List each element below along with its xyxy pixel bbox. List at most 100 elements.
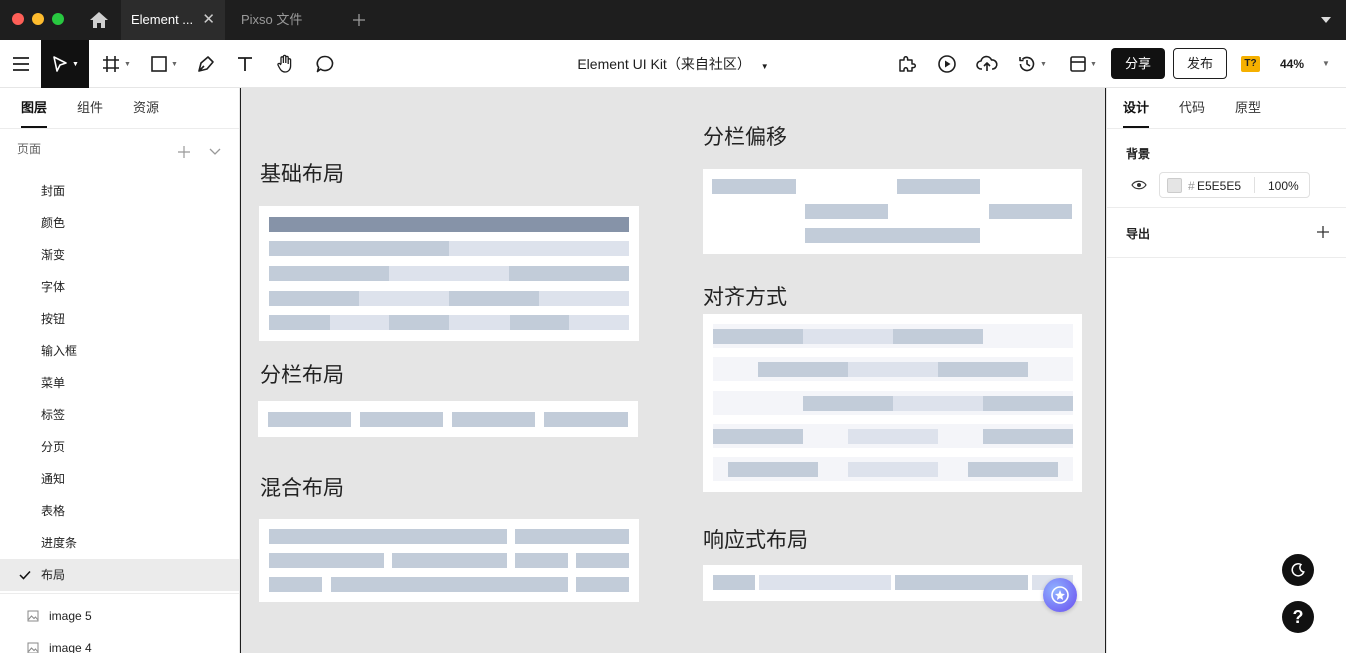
layout-bar bbox=[989, 204, 1072, 219]
layout-bar bbox=[269, 217, 629, 232]
layout-bar bbox=[269, 291, 359, 306]
tab-assets[interactable]: 资源 bbox=[133, 88, 159, 128]
tab-label: Element ... bbox=[131, 12, 194, 27]
comment-tool-button[interactable] bbox=[311, 40, 339, 88]
page-item-cover[interactable]: 封面 bbox=[0, 175, 239, 207]
upload-button[interactable] bbox=[974, 40, 1000, 88]
color-swatch[interactable] bbox=[1167, 178, 1182, 193]
layer-image-5[interactable]: image 5 bbox=[0, 600, 239, 632]
publish-button[interactable]: 发布 bbox=[1173, 48, 1227, 79]
menu-button[interactable] bbox=[0, 40, 41, 88]
design-canvas[interactable]: 基础布局 分栏布局 混合布局 分栏偏移 对齐方式 响应式布局 bbox=[241, 88, 1105, 653]
add-export-plus-icon[interactable] bbox=[1316, 225, 1330, 239]
layout-bar bbox=[712, 179, 796, 194]
layout-bar bbox=[805, 204, 888, 219]
background-hex-value[interactable]: E5E5E5 bbox=[1197, 179, 1241, 193]
frame-title-column-offset[interactable]: 分栏偏移 bbox=[703, 121, 787, 151]
frame-basic-layout[interactable] bbox=[259, 206, 639, 341]
chevron-down-icon[interactable]: ▼ bbox=[1322, 59, 1330, 68]
layout-bar bbox=[269, 529, 507, 544]
frame-title-column-layout[interactable]: 分栏布局 bbox=[260, 359, 344, 389]
divider bbox=[1107, 207, 1346, 208]
theme-toggle-button[interactable] bbox=[1282, 554, 1314, 586]
frame-column-layout[interactable] bbox=[258, 401, 638, 437]
minimize-window-button[interactable] bbox=[32, 13, 44, 25]
tab-code[interactable]: 代码 bbox=[1179, 88, 1205, 128]
frame-title-mixed-layout[interactable]: 混合布局 bbox=[260, 472, 344, 502]
zoom-level[interactable]: 44% bbox=[1280, 40, 1304, 88]
question-mark-icon: ? bbox=[1292, 607, 1304, 627]
tab-prototype[interactable]: 原型 bbox=[1235, 88, 1261, 128]
frame-title-alignment[interactable]: 对齐方式 bbox=[703, 281, 787, 311]
new-tab-plus-icon[interactable] bbox=[352, 13, 366, 27]
layout-bar bbox=[360, 412, 443, 427]
background-color-field[interactable]: # E5E5E5 100% bbox=[1159, 172, 1310, 198]
frame-alignment[interactable] bbox=[703, 314, 1082, 492]
tab-components[interactable]: 组件 bbox=[77, 88, 103, 128]
frame-title-responsive-layout[interactable]: 响应式布局 bbox=[703, 524, 808, 554]
page-item-buttons[interactable]: 按钮 bbox=[0, 303, 239, 335]
help-button[interactable]: ? bbox=[1282, 601, 1314, 633]
maximize-window-button[interactable] bbox=[52, 13, 64, 25]
check-icon bbox=[19, 570, 31, 580]
ai-assistant-button[interactable] bbox=[1043, 578, 1077, 612]
chevron-down-icon[interactable]: ▼ bbox=[761, 62, 769, 71]
page-item-notifications[interactable]: 通知 bbox=[0, 463, 239, 495]
text-tool-button[interactable] bbox=[231, 40, 259, 88]
page-item-layout[interactable]: 布局 bbox=[0, 559, 239, 591]
page-item-inputs[interactable]: 输入框 bbox=[0, 335, 239, 367]
page-item-gradients[interactable]: 渐变 bbox=[0, 239, 239, 271]
layout-bar bbox=[392, 553, 507, 568]
document-title[interactable]: Element UI Kit（来自社区） bbox=[577, 56, 750, 72]
hand-tool-button[interactable] bbox=[271, 40, 299, 88]
page-item-menus[interactable]: 菜单 bbox=[0, 367, 239, 399]
image-icon bbox=[27, 610, 39, 622]
page-item-tables[interactable]: 表格 bbox=[0, 495, 239, 527]
layout-bar bbox=[983, 429, 1073, 444]
layout-bar bbox=[759, 575, 891, 590]
layout-bar bbox=[449, 315, 510, 330]
frame-responsive-layout[interactable] bbox=[703, 565, 1082, 601]
frame-title-basic-layout[interactable]: 基础布局 bbox=[260, 158, 344, 188]
page-item-pagination[interactable]: 分页 bbox=[0, 431, 239, 463]
comment-icon bbox=[316, 55, 334, 73]
eye-icon[interactable] bbox=[1131, 179, 1147, 191]
page-item-typography[interactable]: 字体 bbox=[0, 271, 239, 303]
layout-bar bbox=[803, 396, 893, 411]
layout-bar bbox=[449, 241, 629, 256]
layout-bar bbox=[510, 315, 569, 330]
add-page-plus-icon[interactable] bbox=[177, 145, 191, 159]
chevron-down-icon[interactable] bbox=[1320, 15, 1332, 25]
layout-bar bbox=[803, 329, 893, 344]
layer-image-4[interactable]: image 4 bbox=[0, 632, 239, 653]
layout-bar bbox=[848, 362, 938, 377]
pen-tool-button[interactable] bbox=[192, 40, 220, 88]
layout-bar bbox=[269, 577, 322, 592]
page-item-progress[interactable]: 进度条 bbox=[0, 527, 239, 559]
present-button[interactable] bbox=[934, 40, 960, 88]
chevron-down-icon[interactable] bbox=[208, 147, 222, 157]
page-item-tags[interactable]: 标签 bbox=[0, 399, 239, 431]
page-item-colors[interactable]: 颜色 bbox=[0, 207, 239, 239]
missing-font-badge[interactable]: T? bbox=[1241, 56, 1260, 72]
layout-bar bbox=[968, 462, 1058, 477]
history-button[interactable]: ▼ bbox=[1014, 40, 1050, 88]
layout-button[interactable]: ▼ bbox=[1065, 40, 1101, 88]
move-tool-button[interactable]: ▼ bbox=[41, 40, 89, 88]
pages-header: 页面 bbox=[17, 142, 42, 156]
frame-mixed-layout[interactable] bbox=[259, 519, 639, 602]
tab-design[interactable]: 设计 bbox=[1123, 88, 1150, 128]
frame-tool-button[interactable]: ▼ bbox=[97, 40, 135, 88]
tab-layers[interactable]: 图层 bbox=[21, 88, 48, 128]
close-window-button[interactable] bbox=[12, 13, 24, 25]
shape-tool-button[interactable]: ▼ bbox=[145, 40, 183, 88]
layout-bar bbox=[331, 577, 568, 592]
home-icon[interactable] bbox=[88, 10, 110, 30]
tab-pixso-files[interactable]: Pixso 文件 bbox=[241, 0, 341, 40]
plugins-button[interactable] bbox=[894, 40, 920, 88]
tab-element-ui-kit[interactable]: Element ... ✕ bbox=[121, 0, 225, 40]
close-icon[interactable]: ✕ bbox=[202, 0, 215, 40]
share-button[interactable]: 分享 bbox=[1111, 48, 1165, 79]
frame-column-offset[interactable] bbox=[703, 169, 1082, 254]
background-opacity-value[interactable]: 100% bbox=[1268, 179, 1299, 193]
